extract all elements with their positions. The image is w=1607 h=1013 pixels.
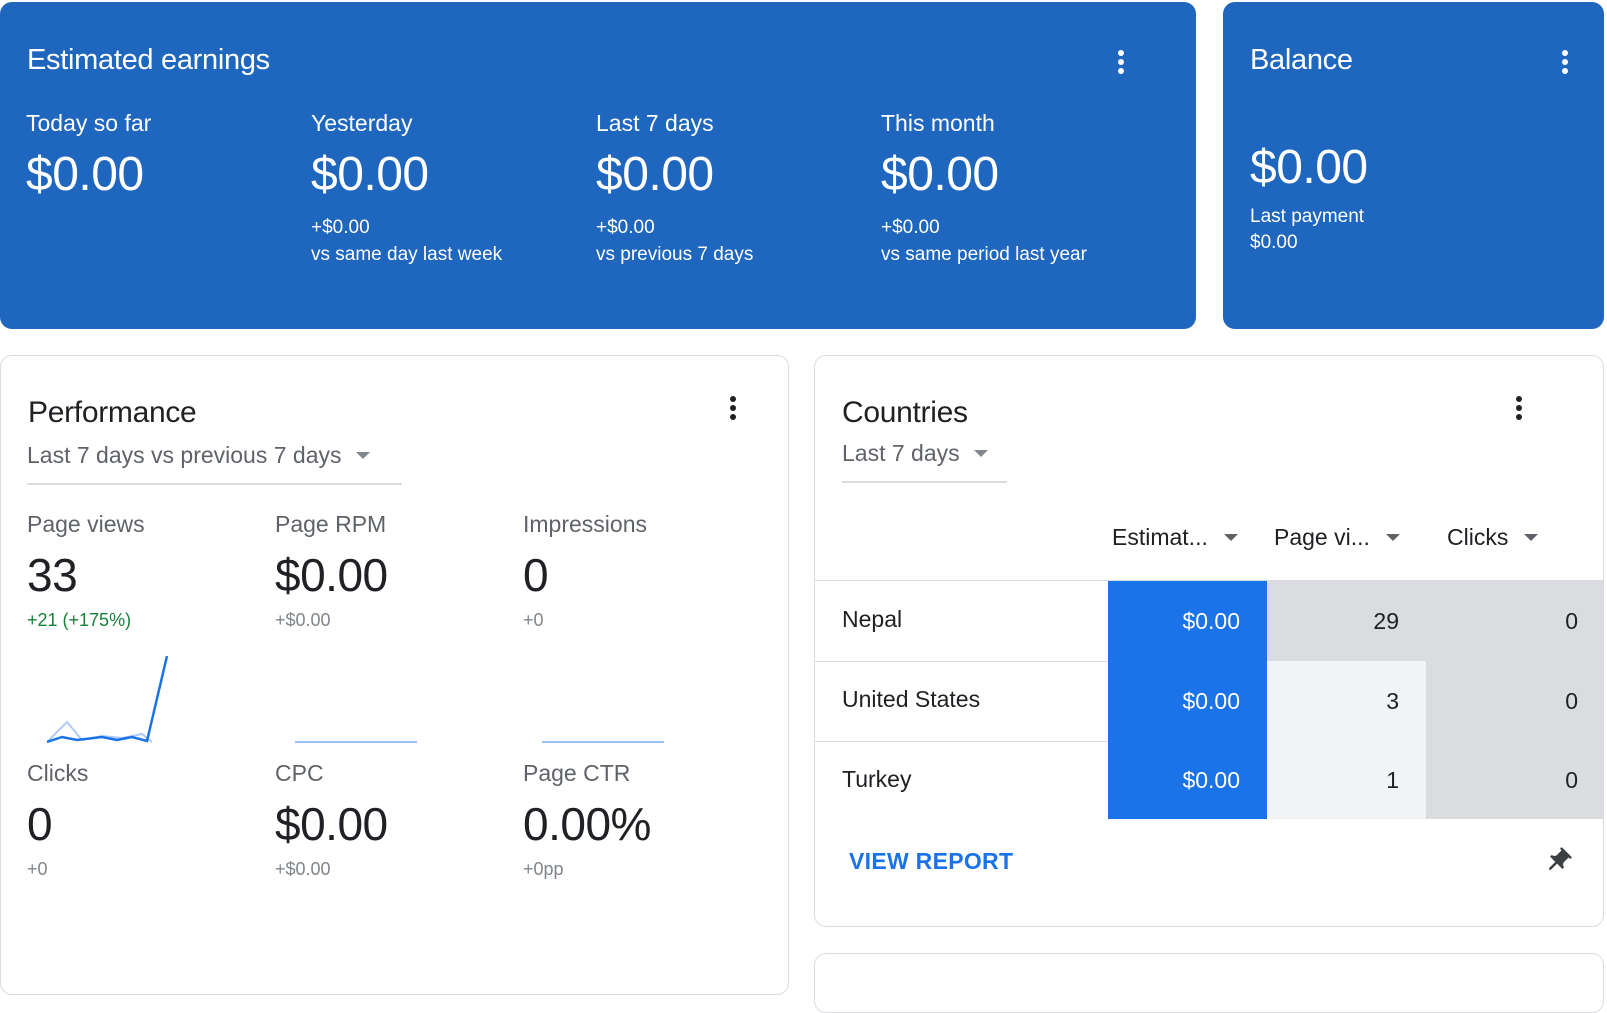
stat-this-month-comparison: vs same period last year [881,244,1087,265]
clicks-cell: 0 [1426,581,1603,661]
performance-date-range-label: Last 7 days vs previous 7 days [27,442,342,468]
view-report-link[interactable]: VIEW REPORT [849,848,1013,875]
column-header-estimated-earnings-label: Estimat... [1112,524,1208,550]
column-header-clicks[interactable]: Clicks [1447,524,1539,551]
clicks-cell: 0 [1426,661,1603,741]
page-views-cell: 29 [1267,581,1426,661]
table-divider [815,661,1108,662]
stat-yesterday: Yesterday $0.00 +$0.00 vs same day last … [311,110,581,268]
metric-impressions-value: 0 [523,549,549,601]
balance-title: Balance [1250,44,1353,76]
stat-today-label: Today so far [26,110,152,136]
metric-page-views-value: 33 [27,549,78,601]
performance-title: Performance [28,396,197,429]
stat-this-month-delta: +$0.00 [881,217,940,238]
page-views-sparkline [47,655,169,744]
stat-yesterday-label: Yesterday [311,110,413,136]
table-divider [815,741,1108,742]
stat-yesterday-comparison: vs same day last week [311,244,503,265]
metric-page-views-label: Page views [27,511,145,537]
estimated-earnings-title: Estimated earnings [27,44,270,76]
impressions-sparkline [542,741,664,743]
countries-card: Countries Last 7 days Estimat... Page vi… [814,355,1604,927]
metric-page-rpm-delta: +$0.00 [275,610,331,630]
stat-this-month: This month $0.00 +$0.00 vs same period l… [881,110,1151,268]
stat-last-7-days-value: $0.00 [596,148,714,201]
stat-yesterday-value: $0.00 [311,148,429,201]
metric-cpc-label: CPC [275,760,324,786]
column-header-page-views[interactable]: Page vi... [1274,524,1400,551]
metric-cpc-value: $0.00 [275,798,388,850]
metric-clicks-delta: +0 [27,859,48,879]
stat-last-7-days: Last 7 days $0.00 +$0.00 vs previous 7 d… [596,110,866,268]
performance-card: Performance Last 7 days vs previous 7 da… [0,355,789,995]
country-name: United States [842,686,981,712]
sort-arrow-icon [1524,534,1539,541]
metric-impressions-label: Impressions [523,511,647,537]
metric-impressions[interactable]: Impressions 0 +0 [523,511,763,631]
country-name: Nepal [842,606,903,632]
metric-cpc-delta: +$0.00 [275,859,331,879]
metric-cpc[interactable]: CPC $0.00 +$0.00 [275,760,515,880]
stat-last-7-days-delta: +$0.00 [596,217,655,238]
column-header-clicks-label: Clicks [1447,524,1509,550]
metric-page-rpm-value: $0.00 [275,549,388,601]
last-payment-label: Last payment [1250,206,1365,227]
countries-date-range-label: Last 7 days [842,440,960,466]
earnings-cell: $0.00 [1108,661,1267,741]
earnings-more-options-icon[interactable] [1109,46,1133,78]
countries-title: Countries [842,396,968,429]
country-name: Turkey [842,766,912,792]
pin-icon[interactable] [1543,846,1573,881]
metric-page-ctr[interactable]: Page CTR 0.00% +0pp [523,760,763,880]
sort-arrow-icon [1223,534,1238,541]
balance-value: $0.00 [1250,141,1368,194]
dropdown-arrow-icon [973,450,988,457]
balance-card: Balance $0.00 Last payment $0.00 [1223,2,1604,329]
column-header-estimated-earnings[interactable]: Estimat... [1112,524,1238,551]
stat-this-month-value: $0.00 [881,148,999,201]
metric-page-ctr-label: Page CTR [523,760,631,786]
page-views-cell: 1 [1267,741,1426,819]
page-rpm-sparkline [295,741,417,743]
balance-more-options-icon[interactable] [1553,46,1577,78]
metric-page-views-delta: +21 (+175%) [27,610,132,630]
countries-more-options-icon[interactable] [1507,392,1531,424]
performance-more-options-icon[interactable] [721,392,745,424]
next-card-edge [814,953,1604,1013]
earnings-cell: $0.00 [1108,581,1267,661]
metric-clicks[interactable]: Clicks 0 +0 [27,760,267,880]
stat-yesterday-delta: +$0.00 [311,217,370,238]
metric-page-ctr-delta: +0pp [523,859,564,879]
estimated-earnings-card: Estimated earnings Today so far $0.00 Ye… [0,2,1196,329]
column-header-page-views-label: Page vi... [1274,524,1370,550]
stat-today-value: $0.00 [26,148,144,201]
earnings-cell: $0.00 [1108,741,1267,819]
page-views-cell: 3 [1267,661,1426,741]
stat-last-7-days-comparison: vs previous 7 days [596,244,754,265]
metric-clicks-label: Clicks [27,760,89,786]
metric-page-views[interactable]: Page views 33 +21 (+175%) [27,511,267,631]
dropdown-arrow-icon [355,452,370,459]
sort-arrow-icon [1385,534,1400,541]
stat-this-month-label: This month [881,110,995,136]
clicks-cell: 0 [1426,741,1603,819]
last-payment-value: $0.00 [1250,232,1298,253]
metric-page-rpm[interactable]: Page RPM $0.00 +$0.00 [275,511,515,631]
countries-date-range-dropdown[interactable]: Last 7 days [842,440,1007,483]
stat-last-7-days-label: Last 7 days [596,110,714,136]
stat-today: Today so far $0.00 [26,110,296,202]
metric-page-ctr-value: 0.00% [523,798,651,850]
performance-date-range-dropdown[interactable]: Last 7 days vs previous 7 days [27,442,402,485]
metric-impressions-delta: +0 [523,610,544,630]
metric-page-rpm-label: Page RPM [275,511,387,537]
metric-clicks-value: 0 [27,798,53,850]
